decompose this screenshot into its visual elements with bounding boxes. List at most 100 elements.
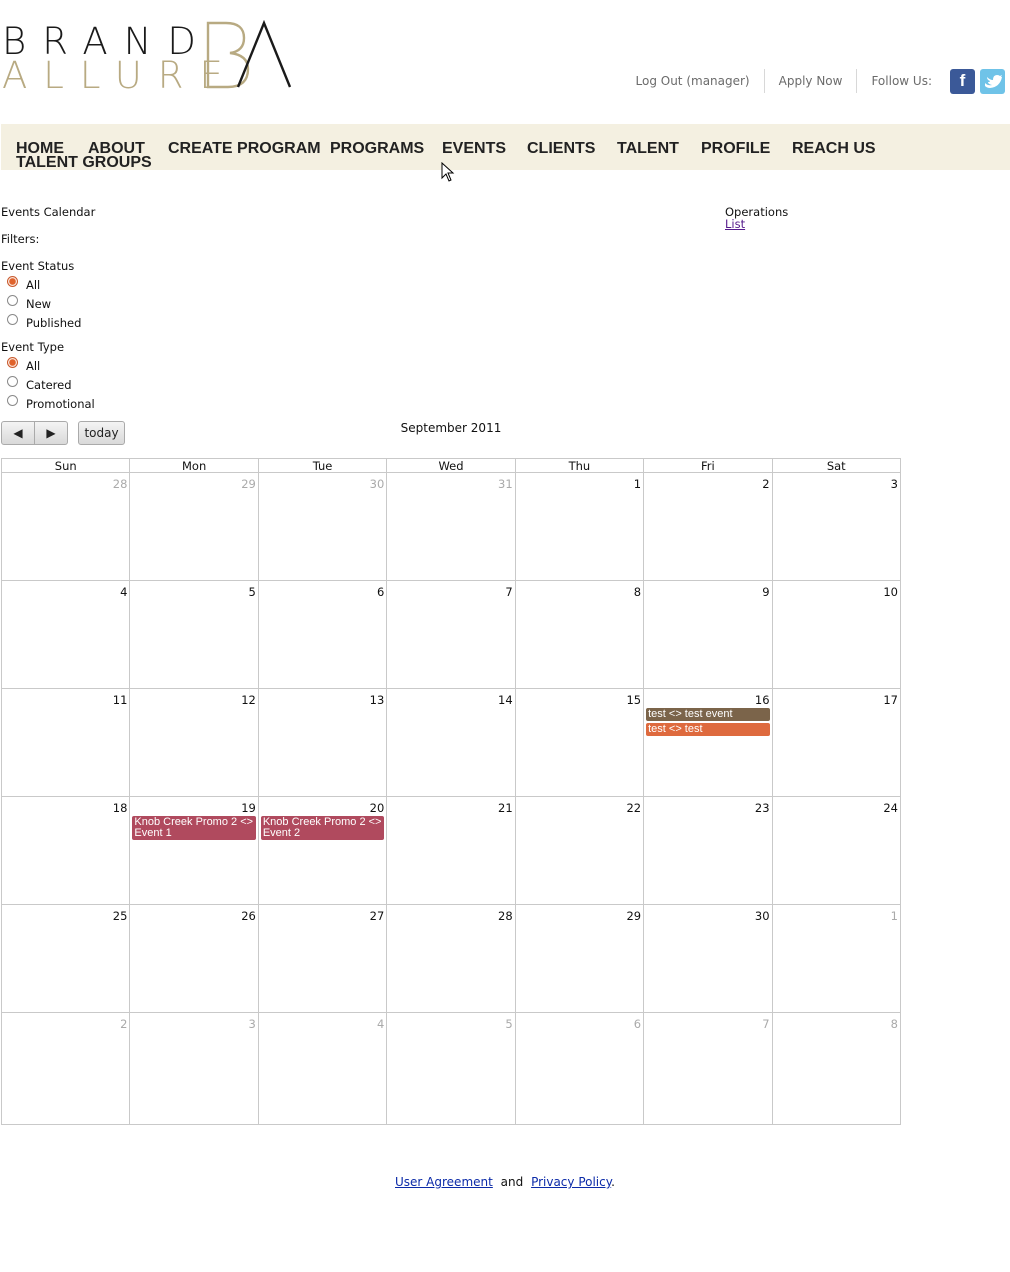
calendar-day-cell[interactable]: 17 xyxy=(771,688,902,797)
calendar-day-cell[interactable]: 15 xyxy=(514,688,645,797)
calendar-day-cell[interactable]: 23 xyxy=(643,796,773,905)
day-number: 29 xyxy=(241,477,256,491)
day-number: 17 xyxy=(883,693,898,707)
day-number: 19 xyxy=(241,801,256,815)
calendar-day-cell[interactable]: 11 xyxy=(0,688,131,797)
calendar-day-cell[interactable]: 29 xyxy=(129,472,259,581)
calendar-day-cell[interactable]: 25 xyxy=(0,904,131,1013)
apply-now-link[interactable]: Apply Now xyxy=(765,69,858,93)
day-number: 23 xyxy=(754,801,770,815)
nav-talent-groups[interactable]: TALENT GROUPS xyxy=(16,155,152,171)
nav-events[interactable]: EVENTS xyxy=(442,141,506,157)
nav-reach-us[interactable]: REACH US xyxy=(792,141,876,157)
weekday-header: Sat xyxy=(771,458,902,473)
day-number: 28 xyxy=(112,477,128,491)
day-number: 29 xyxy=(626,909,642,923)
calendar-event[interactable]: test <> test xyxy=(646,723,770,736)
calendar-day-cell[interactable]: 4 xyxy=(257,1012,388,1125)
day-number: 9 xyxy=(762,585,770,599)
status-new-radio[interactable] xyxy=(7,295,18,306)
calendar-day-cell[interactable]: 2 xyxy=(643,472,773,581)
calendar-day-cell[interactable]: 26 xyxy=(129,904,259,1013)
privacy-policy-link[interactable]: Privacy Policy xyxy=(531,1175,611,1189)
calendar-day-cell[interactable]: 14 xyxy=(386,688,516,797)
calendar-day-cell[interactable]: 8 xyxy=(771,1012,902,1125)
calendar-day-cell[interactable]: 2 xyxy=(0,1012,131,1125)
calendar-week-row: 28 29 30 31 1 2 3 xyxy=(0,472,902,581)
weekday-header: Sun xyxy=(0,458,131,473)
calendar-day-cell[interactable]: 1 xyxy=(771,904,902,1013)
day-number: 3 xyxy=(890,477,898,491)
calendar-day-cell[interactable]: 3 xyxy=(129,1012,259,1125)
calendar-day-cell[interactable]: 7 xyxy=(386,580,516,689)
nav-profile[interactable]: PROFILE xyxy=(701,141,770,157)
day-number: 8 xyxy=(890,1017,898,1031)
calendar-day-cell[interactable]: 6 xyxy=(514,1012,645,1125)
event-type-label: Event Type xyxy=(1,340,65,354)
nav-clients[interactable]: CLIENTS xyxy=(527,141,595,157)
calendar-day-cell[interactable]: 21 xyxy=(386,796,516,905)
calendar-day-cell[interactable]: 5 xyxy=(129,580,259,689)
calendar-day-cell[interactable]: 7 xyxy=(643,1012,773,1125)
nav-talent[interactable]: TALENT xyxy=(617,141,679,157)
status-published-radio[interactable] xyxy=(7,314,18,325)
calendar-day-cell[interactable]: 29 xyxy=(514,904,645,1013)
calendar-day-cell[interactable]: 31 xyxy=(386,472,516,581)
filters-label: Filters: xyxy=(1,232,40,246)
calendar-day-cell[interactable]: 12 xyxy=(129,688,259,797)
brand-logo[interactable]: BRAND ALLURE xyxy=(2,20,292,94)
list-link-text[interactable]: List xyxy=(725,217,745,231)
calendar-day-cell[interactable]: 13 xyxy=(257,688,388,797)
follow-us-label: Follow Us: xyxy=(871,74,932,88)
day-number: 6 xyxy=(633,1017,642,1031)
type-catered-radio[interactable] xyxy=(7,376,18,387)
type-all-radio[interactable] xyxy=(7,357,18,368)
day-number: 3 xyxy=(248,1017,256,1031)
calendar-event[interactable]: Knob Creek Promo 2 <> Event 2 xyxy=(260,816,385,840)
calendar-day-cell[interactable]: 5 xyxy=(386,1012,516,1125)
day-number: 16 xyxy=(754,693,770,707)
calendar-day-cell[interactable]: 10 xyxy=(771,580,902,689)
calendar-day-cell[interactable]: 27 xyxy=(257,904,388,1013)
day-number: 1 xyxy=(633,477,642,491)
footer-and: and xyxy=(500,1175,524,1189)
nav-programs[interactable]: PROGRAMS xyxy=(330,141,424,157)
calendar-day-cell[interactable]: 19 Knob Creek Promo 2 <> Event 1 xyxy=(129,796,259,905)
calendar-day-cell[interactable]: 1 xyxy=(514,472,645,581)
day-number: 22 xyxy=(626,801,642,815)
calendar-day-cell[interactable]: 22 xyxy=(514,796,645,905)
calendar-day-cell[interactable]: 30 xyxy=(257,472,388,581)
calendar-week-row: 18 19 Knob Creek Promo 2 <> Event 1 20 Knob … xyxy=(0,796,902,905)
calendar-day-cell[interactable]: 3 xyxy=(771,472,902,581)
day-number: 2 xyxy=(762,477,770,491)
facebook-icon[interactable]: f xyxy=(950,68,975,94)
calendar-day-cell[interactable]: 6 xyxy=(257,580,388,689)
calendar-day-cell[interactable]: 9 xyxy=(643,580,773,689)
calendar-week-row: 4 5 6 7 8 9 10 xyxy=(0,580,902,689)
calendar-day-cell[interactable]: 8 xyxy=(514,580,645,689)
calendar-day-cell[interactable]: 30 xyxy=(643,904,773,1013)
calendar-day-cell[interactable]: 28 xyxy=(386,904,516,1013)
calendar-day-cell[interactable]: 4 xyxy=(0,580,131,689)
user-agreement-link[interactable]: User Agreement xyxy=(395,1175,493,1189)
weekday-header: Thu xyxy=(514,458,645,473)
calendar-day-cell[interactable]: 18 xyxy=(0,796,131,905)
calendar-day-cell[interactable]: 24 xyxy=(771,796,902,905)
status-published-label: Published xyxy=(26,316,82,330)
calendar-day-cell[interactable]: 16 test <> test event test <> test xyxy=(643,688,773,797)
nav-create-program[interactable]: CREATE PROGRAM xyxy=(168,141,321,157)
status-all-radio[interactable] xyxy=(7,276,18,287)
day-number: 26 xyxy=(241,909,256,923)
logout-link[interactable]: Log Out (manager) xyxy=(622,69,765,93)
calendar-week-row: 25 26 27 28 29 30 1 xyxy=(0,904,902,1013)
calendar-day-cell[interactable]: 20 Knob Creek Promo 2 <> Event 2 xyxy=(257,796,388,905)
type-promotional-radio[interactable] xyxy=(7,395,18,406)
footer-period: . xyxy=(611,1175,615,1189)
calendar-day-cell[interactable]: 28 xyxy=(0,472,131,581)
calendar-event[interactable]: Knob Creek Promo 2 <> Event 1 xyxy=(132,816,256,840)
twitter-icon[interactable] xyxy=(980,68,1005,94)
calendar-event[interactable]: test <> test event xyxy=(646,708,770,721)
day-number: 4 xyxy=(376,1017,385,1031)
type-promotional-label: Promotional xyxy=(26,397,95,411)
list-link[interactable]: List xyxy=(725,217,745,231)
